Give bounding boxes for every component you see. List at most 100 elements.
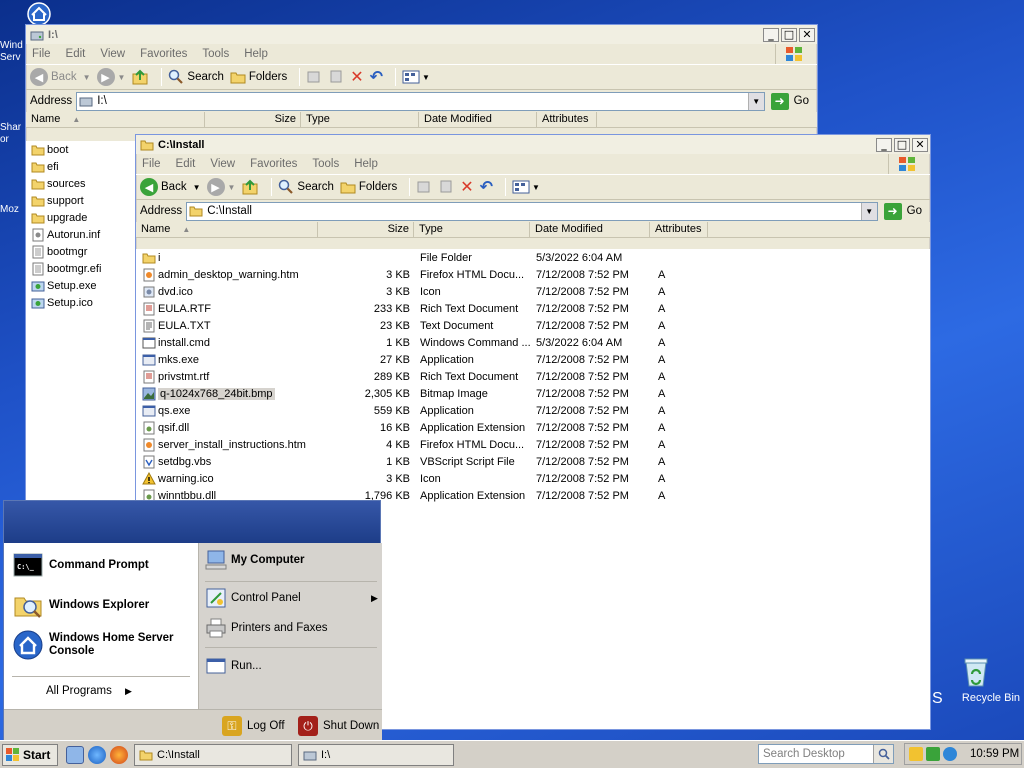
table-row[interactable]: qsif.dll 16 KB Application Extension 7/12/2… xyxy=(136,419,930,436)
address-dropdown-button[interactable]: ▼ xyxy=(860,202,877,220)
column-header-type[interactable]: Type xyxy=(301,112,419,127)
log-off-button[interactable]: ⚿ Log Off xyxy=(222,716,285,736)
address-dropdown-button[interactable]: ▼ xyxy=(747,92,764,110)
desktop-icon-label[interactable]: Serv xyxy=(0,52,26,64)
title-bar[interactable]: C:\Install _ □ ✕ xyxy=(136,135,930,154)
table-row[interactable]: EULA.RTF 233 KB Rich Text Document 7/12/200… xyxy=(136,300,930,317)
table-row[interactable]: qs.exe 559 KB Application 7/12/2008 7:52 PM… xyxy=(136,402,930,419)
tray-network-icon[interactable] xyxy=(926,747,940,761)
my-computer-item[interactable]: My Computer xyxy=(205,549,304,571)
printers-and-faxes-item[interactable]: Printers and Faxes xyxy=(205,617,328,639)
views-button[interactable]: ▼ xyxy=(512,180,540,194)
table-row[interactable]: q-1024x768_24bit.bmp 2,305 KB Bitmap Image… xyxy=(136,385,930,402)
menu-favorites[interactable]: Favorites xyxy=(250,158,297,170)
column-header-attributes[interactable]: Attributes xyxy=(537,112,597,127)
back-button[interactable]: ◀ Back ▼ xyxy=(30,68,91,86)
folders-button[interactable]: Folders xyxy=(230,70,287,84)
move-to-button[interactable] xyxy=(306,69,322,85)
windows-explorer-item[interactable]: Windows Explorer xyxy=(12,589,149,621)
show-desktop-icon[interactable] xyxy=(66,745,84,764)
run-item[interactable]: Run... xyxy=(205,655,262,677)
column-header-name[interactable]: Name ▲ xyxy=(26,112,205,127)
firefox-icon[interactable] xyxy=(110,745,128,764)
table-row[interactable]: admin_desktop_warning.htm 3 KB Firefox HTM… xyxy=(136,266,930,283)
menu-file[interactable]: File xyxy=(142,158,161,170)
undo-button[interactable]: ↶ xyxy=(480,177,493,197)
table-row[interactable]: warning.ico 3 KB Icon 7/12/2008 7:52 PM A xyxy=(136,470,930,487)
menu-view[interactable]: View xyxy=(100,48,125,60)
menu-file[interactable]: File xyxy=(32,48,51,60)
column-header-size[interactable]: Size xyxy=(318,222,414,237)
column-header-attributes[interactable]: Attributes xyxy=(650,222,708,237)
search-button[interactable]: Search xyxy=(168,69,224,85)
column-header-name[interactable]: Name ▲ xyxy=(136,222,318,237)
table-row[interactable]: mks.exe 27 KB Application 7/12/2008 7:52 PM… xyxy=(136,351,930,368)
menu-view[interactable]: View xyxy=(210,158,235,170)
menu-tools[interactable]: Tools xyxy=(202,48,229,60)
taskbar-item-install[interactable]: C:\Install xyxy=(134,743,292,766)
desktop-icon-label[interactable]: or xyxy=(0,134,26,146)
maximize-button[interactable]: □ xyxy=(894,137,910,152)
menu-tools[interactable]: Tools xyxy=(312,158,339,170)
recycle-bin-desktop-icon[interactable]: S Recycle Bin xyxy=(932,656,1024,712)
column-header-date[interactable]: Date Modified xyxy=(530,222,650,237)
address-input[interactable]: C:\Install ▼ xyxy=(186,201,878,221)
go-button[interactable]: ➜ Go xyxy=(770,92,809,110)
desktop-search-input[interactable]: Search Desktop xyxy=(758,744,894,764)
desktop-icon-label[interactable]: Wind xyxy=(0,40,26,52)
table-row[interactable]: setdbg.vbs 1 KB VBScript Script File 7/12/2… xyxy=(136,453,930,470)
table-row[interactable]: server_install_instructions.htm 4 KB Firef… xyxy=(136,436,930,453)
tray-search-icon[interactable] xyxy=(943,747,957,761)
menu-favorites[interactable]: Favorites xyxy=(140,48,187,60)
internet-explorer-icon[interactable] xyxy=(88,745,106,764)
table-row[interactable]: i File Folder 5/3/2022 6:04 AM xyxy=(136,249,930,266)
title-bar[interactable]: I:\ _ □ ✕ xyxy=(26,25,817,44)
search-go-button[interactable] xyxy=(873,745,893,763)
desktop-icon-label[interactable]: Moz xyxy=(0,204,26,216)
forward-button[interactable]: ▶ ▼ xyxy=(206,178,235,196)
desktop-icon-label[interactable]: Shar xyxy=(0,122,26,134)
command-prompt-item[interactable]: C:\_ Command Prompt xyxy=(12,549,149,581)
table-row[interactable]: dvd.ico 3 KB Icon 7/12/2008 7:52 PM A xyxy=(136,283,930,300)
clock[interactable]: 10:59 PM xyxy=(970,748,1019,760)
move-to-button[interactable] xyxy=(416,179,432,195)
home-server-console-item[interactable]: Windows Home Server Console xyxy=(12,629,174,661)
column-header-size[interactable]: Size xyxy=(205,112,301,127)
up-folder-button[interactable] xyxy=(131,68,149,86)
undo-button[interactable]: ↶ xyxy=(370,67,383,87)
forward-button[interactable]: ▶ ▼ xyxy=(96,68,125,86)
all-programs-button[interactable]: All Programs ▶ xyxy=(46,685,132,697)
table-row[interactable]: privstmt.rtf 289 KB Rich Text Document 7/12… xyxy=(136,368,930,385)
control-panel-item[interactable]: Control Panel ▶ xyxy=(205,587,378,609)
search-button[interactable]: Search xyxy=(278,179,334,195)
minimize-button[interactable]: _ xyxy=(763,27,779,42)
minimize-button[interactable]: _ xyxy=(876,137,892,152)
column-header-type[interactable]: Type xyxy=(414,222,530,237)
back-button[interactable]: ◀ Back ▼ xyxy=(140,178,201,196)
maximize-button[interactable]: □ xyxy=(781,27,797,42)
file-date: 7/12/2008 7:52 PM xyxy=(536,472,629,485)
start-button[interactable]: Start xyxy=(2,743,58,766)
shut-down-button[interactable]: ⏻ Shut Down xyxy=(298,716,379,736)
home-server-desktop-icon[interactable] xyxy=(26,2,52,26)
table-row[interactable]: EULA.TXT 23 KB Text Document 7/12/2008 7:52… xyxy=(136,317,930,334)
taskbar-item-i-drive[interactable]: I:\ xyxy=(298,743,454,766)
menu-help[interactable]: Help xyxy=(244,48,268,60)
up-folder-button[interactable] xyxy=(241,178,259,196)
copy-to-button[interactable] xyxy=(438,179,454,195)
close-button[interactable]: ✕ xyxy=(799,27,815,42)
close-button[interactable]: ✕ xyxy=(912,137,928,152)
tray-app-icon[interactable] xyxy=(909,747,923,761)
delete-button[interactable]: ✕ xyxy=(350,67,363,87)
menu-edit[interactable]: Edit xyxy=(176,158,196,170)
menu-edit[interactable]: Edit xyxy=(66,48,86,60)
folders-button[interactable]: Folders xyxy=(340,180,397,194)
delete-button[interactable]: ✕ xyxy=(460,177,473,197)
views-button[interactable]: ▼ xyxy=(402,70,430,84)
go-button[interactable]: ➜ Go xyxy=(883,202,922,220)
menu-help[interactable]: Help xyxy=(354,158,378,170)
address-input[interactable]: I:\ ▼ xyxy=(76,91,765,111)
table-row[interactable]: install.cmd 1 KB Windows Command ... 5/3/20… xyxy=(136,334,930,351)
column-header-date[interactable]: Date Modified xyxy=(419,112,537,127)
copy-to-button[interactable] xyxy=(328,69,344,85)
